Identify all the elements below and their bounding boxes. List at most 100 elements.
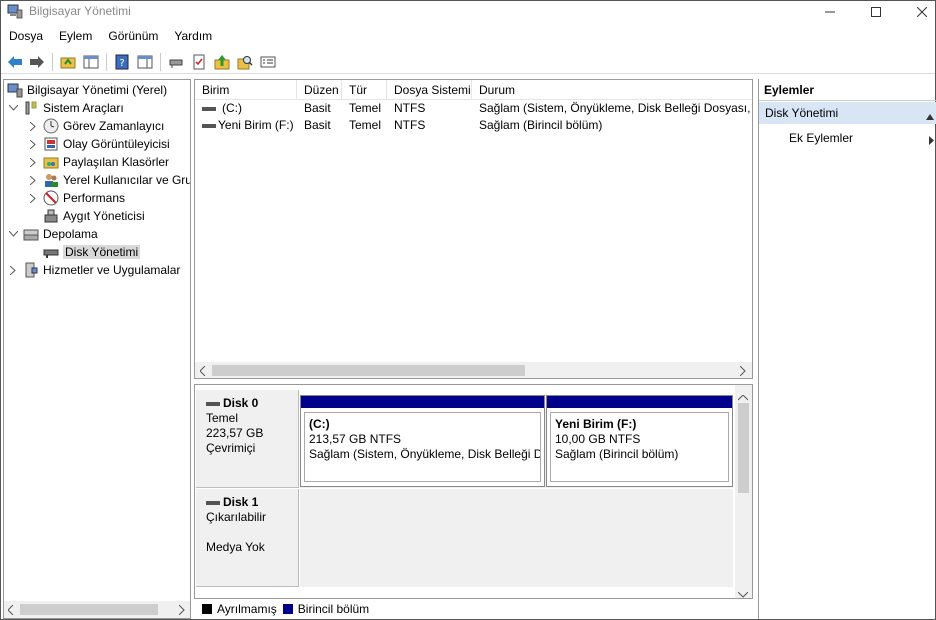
checklist-button[interactable] [189,52,209,72]
scrollbar-thumb[interactable] [738,403,749,493]
tree-item-root[interactable]: Bilgisayar Yönetimi (Yerel) [7,81,167,99]
actions-section-label: Disk Yönetimi [765,106,839,120]
maximize-button[interactable] [853,1,899,23]
partition-f[interactable]: Yeni Birim (F:) 10,00 GB NTFS Sağlam (Bi… [546,395,733,487]
properties-icon [260,56,276,68]
actions-section-disk-management[interactable]: Disk Yönetimi [759,102,936,124]
column-header-type[interactable]: Tür [342,80,387,100]
tree-item-system-tools[interactable]: Sistem Araçları [7,99,124,117]
chevron-right-icon[interactable] [27,192,39,204]
chevron-down-icon[interactable] [7,102,19,114]
menu-view[interactable]: Görünüm [100,26,166,46]
up-arrow-icon [214,55,230,70]
table-row[interactable]: (C:) Basit Temel NTFS Sağlam (Sistem, Ön… [195,100,752,117]
scroll-up-icon[interactable] [737,390,749,404]
scroll-left-icon[interactable] [199,365,206,378]
more-actions-item[interactable]: Ek Eylemler [759,127,936,149]
action-pane-icon [137,55,153,69]
disk-type: Temel [206,411,239,425]
services-icon [25,262,38,278]
back-button[interactable] [5,52,25,72]
chevron-down-icon[interactable] [7,228,19,240]
device-manager-icon [44,209,58,223]
partition-bar [301,396,544,408]
layout-cell: Basit [304,118,331,132]
volume-list-header: Birim Düzen Tür Dosya Sistemi Durum [195,80,752,100]
scroll-right-icon[interactable] [739,365,746,378]
legend-primary: Birincil bölüm [282,602,369,616]
help-button[interactable]: ? [112,52,132,72]
partition-size: 10,00 GB NTFS [555,432,641,446]
show-hide-action-pane-button[interactable] [135,52,155,72]
forward-button[interactable] [27,52,47,72]
disk-0-partitions: (C:) 213,57 GB NTFS Sağlam (Sistem, Önyü… [300,395,733,488]
legend-swatch [202,604,212,614]
disk-0-label[interactable]: Disk 0 Temel 223,57 GB Çevrimiçi [196,390,299,488]
disk-name-text: Disk 1 [223,495,259,509]
column-header-file-system[interactable]: Dosya Sistemi [387,80,472,100]
tree-item-device-manager[interactable]: Aygıt Yöneticisi [43,207,145,225]
scrollbar-thumb[interactable] [212,365,525,376]
scroll-left-icon[interactable] [7,604,14,618]
tree-item-event-viewer[interactable]: Olay Görüntüleyicisi [27,135,170,153]
table-row[interactable]: Yeni Birim (F:) Basit Temel NTFS Sağlam … [195,117,752,134]
volume-name: Yeni Birim (F:) [218,118,294,132]
minimize-button[interactable] [807,1,853,23]
collapse-up-icon[interactable] [926,109,934,123]
scrollbar-thumb[interactable] [20,604,158,615]
disk-1-label[interactable]: Disk 1 Çıkarılabilir Medya Yok [196,489,299,587]
disk-type: Çıkarılabilir [206,510,267,524]
close-button[interactable] [899,1,936,23]
partition-c[interactable]: (C:) 213,57 GB NTFS Sağlam (Sistem, Önyü… [300,395,545,487]
partition-name: Yeni Birim (F:) [555,417,637,431]
chevron-right-icon[interactable] [27,174,39,186]
connect-button[interactable] [166,52,186,72]
tree-label: Görev Zamanlayıcı [63,119,165,133]
folder-up-icon [60,57,76,69]
column-header-volume[interactable]: Birim [195,80,297,100]
show-hide-tree-button[interactable] [81,52,101,72]
search-button[interactable] [235,52,255,72]
chevron-right-icon[interactable] [7,264,19,276]
chevron-right-icon[interactable] [27,156,39,168]
tree-item-performance[interactable]: Performans [27,189,125,207]
file-system-cell: NTFS [394,118,426,132]
menu-action[interactable]: Eylem [51,26,100,46]
scroll-down-icon[interactable] [737,587,749,598]
menu-help[interactable]: Yardım [166,26,220,46]
tree-label: Bilgisayar Yönetimi (Yerel) [27,83,168,97]
tree-item-shared-folders[interactable]: Paylaşılan Klasörler [27,153,169,171]
column-header-layout[interactable]: Düzen [297,80,342,100]
tree-item-local-users[interactable]: Yerel Kullanıcılar ve Gru [27,171,190,189]
disk-name-text: Disk 0 [223,396,259,410]
tree-item-services[interactable]: Hizmetler ve Uygulamalar [7,261,180,279]
tree-label: Depolama [43,227,98,241]
chevron-right-icon[interactable] [27,120,39,132]
back-arrow-icon [8,56,22,68]
disk-view-vertical-scrollbar[interactable] [735,385,752,598]
chevron-right-icon[interactable] [27,138,39,150]
computer-management-icon [7,83,23,98]
properties-button[interactable] [258,52,278,72]
tree-horizontal-scrollbar[interactable] [4,601,190,618]
disk-name: Disk 1 [206,495,288,510]
move-up-button[interactable] [212,52,232,72]
tree-label: Hizmetler ve Uygulamalar [43,263,181,277]
disk-icon [206,500,220,505]
window-title: Bilgisayar Yönetimi [29,4,131,18]
disk-name: Disk 0 [206,396,288,411]
tree-label: Performans [63,191,126,205]
scroll-right-icon[interactable] [178,604,185,618]
tree-item-task-scheduler[interactable]: Görev Zamanlayıcı [27,117,164,135]
column-header-status[interactable]: Durum [472,80,752,100]
up-folder-button[interactable] [58,52,78,72]
volume-name: (C:) [222,101,242,115]
list-horizontal-scrollbar[interactable] [195,362,752,378]
tree-item-disk-management[interactable]: Disk Yönetimi [43,243,141,261]
console-tree-icon [83,55,99,69]
tree-label: Aygıt Yöneticisi [63,209,145,223]
menu-file[interactable]: Dosya [1,26,51,46]
tree-item-storage[interactable]: Depolama [7,225,98,243]
partition-status: Sağlam (Birincil bölüm) [555,447,679,461]
tree-label: Sistem Araçları [43,101,124,115]
